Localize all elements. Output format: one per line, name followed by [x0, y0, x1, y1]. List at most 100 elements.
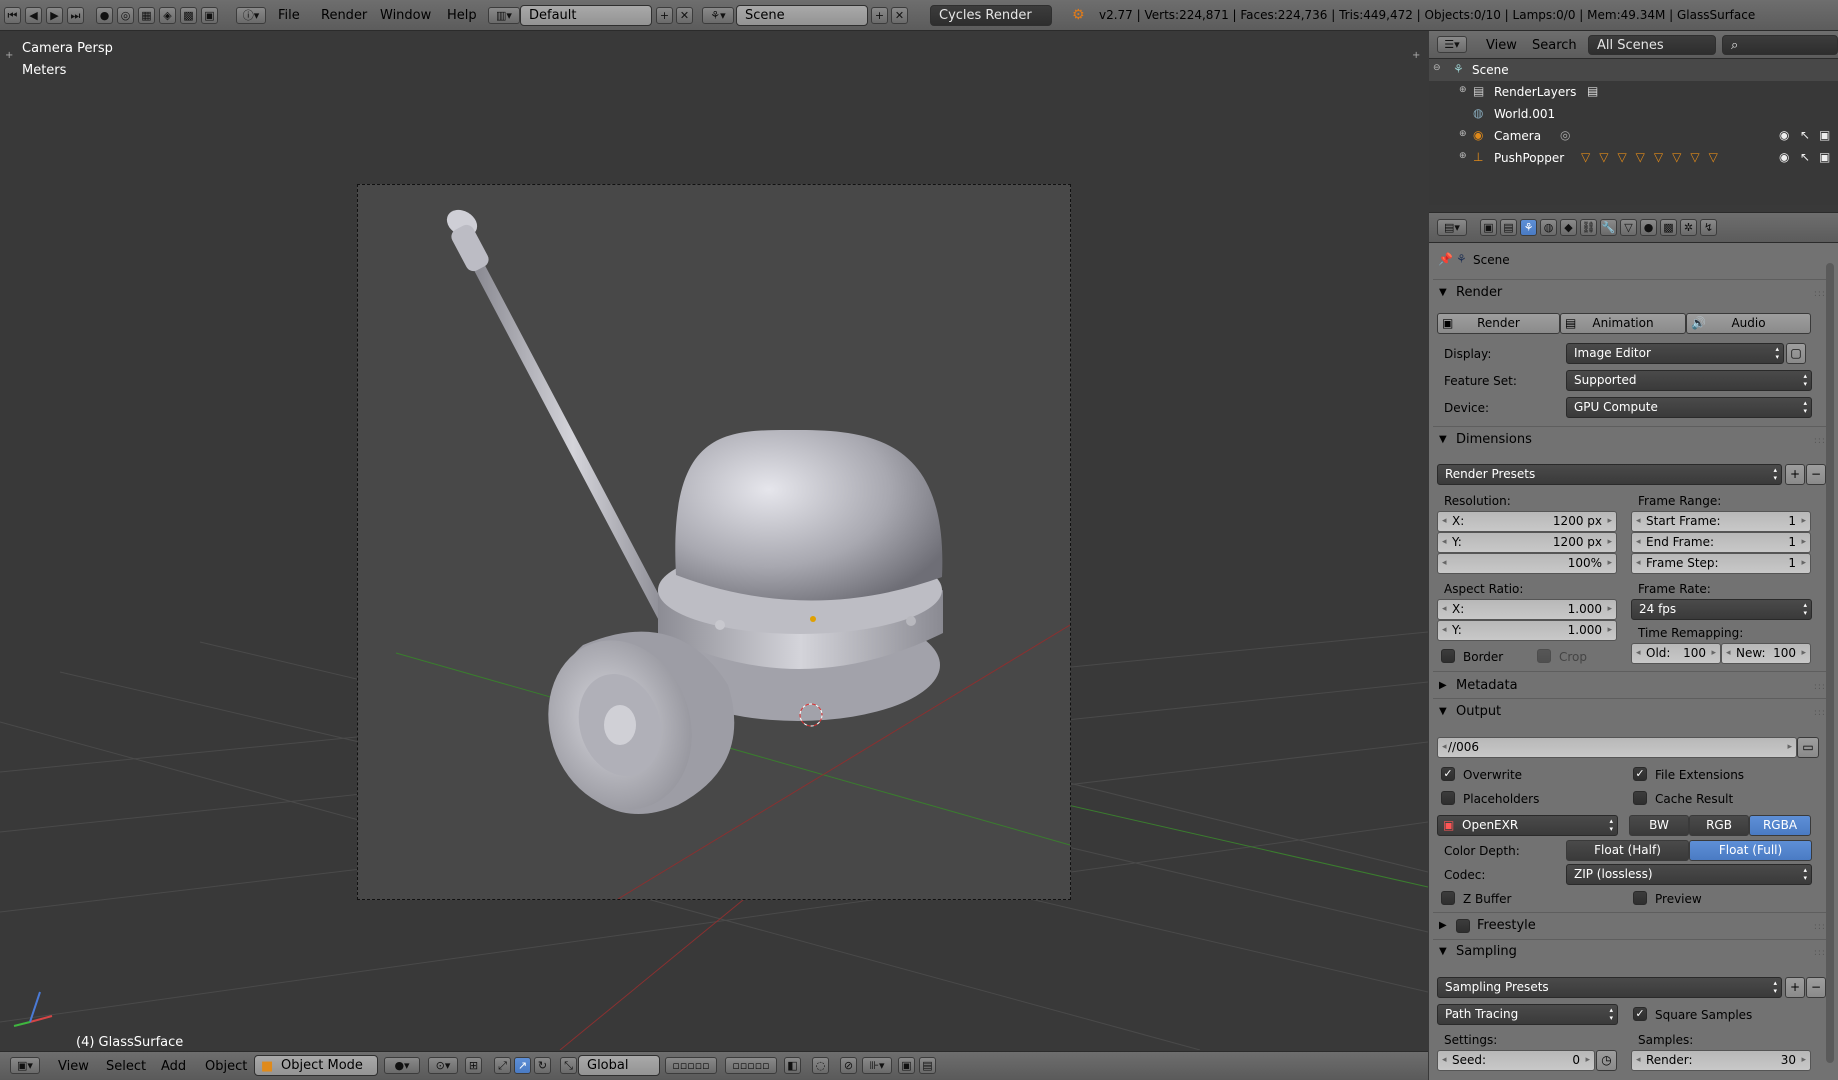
lock-camera-icon[interactable]: ◧	[784, 1057, 801, 1074]
prev-keyframe-icon[interactable]: ◀	[25, 7, 42, 24]
3d-viewport[interactable]: Camera Persp Meters (4) GlassSurface + +	[0, 32, 1428, 1050]
tab-particles-icon[interactable]: ✲	[1680, 219, 1697, 236]
outliner-search-field[interactable]: ⌕	[1722, 35, 1838, 55]
tab-render-icon[interactable]: ▣	[1480, 219, 1497, 236]
clock-icon[interactable]: ◷	[1596, 1050, 1617, 1071]
menu-object[interactable]: Object	[205, 1059, 247, 1074]
add-preset-icon[interactable]: +	[1785, 464, 1805, 485]
layers-a-icon[interactable]: ▫▫▫▫▫	[665, 1057, 717, 1074]
outliner-menu-view[interactable]: View	[1486, 38, 1517, 53]
device-select[interactable]: GPU Compute	[1566, 397, 1812, 418]
zbuffer-checkbox[interactable]	[1441, 891, 1455, 905]
checker-icon[interactable]: ▩	[180, 7, 197, 24]
layers-b-icon[interactable]: ▫▫▫▫▫	[725, 1057, 777, 1074]
tree-item-renderlayers[interactable]: ⊕ ▤ RenderLayers ▤	[1429, 81, 1838, 103]
panel-output-title[interactable]: Output	[1456, 704, 1501, 719]
mode-select[interactable]: ■ Object Mode	[254, 1055, 378, 1076]
menu-select[interactable]: Select	[106, 1059, 146, 1074]
properties-shelf-toggle-icon[interactable]: +	[1412, 50, 1420, 61]
collapse-icon[interactable]: ⊖	[1433, 63, 1441, 73]
collapsed-triangle-icon[interactable]: ▶	[1439, 920, 1447, 931]
rotate-icon[interactable]: ↻	[534, 1057, 551, 1074]
tab-physics-icon[interactable]: ↯	[1700, 219, 1717, 236]
expand-icon[interactable]: ⊕	[1459, 129, 1467, 139]
tab-texture-icon[interactable]: ▩	[1660, 219, 1677, 236]
render-camera-icon[interactable]: ▣	[1819, 128, 1830, 142]
jump-start-icon[interactable]: ⏮	[4, 7, 21, 24]
visibility-eye-icon[interactable]: ◉	[1779, 150, 1789, 164]
screen-layout-field[interactable]: Default	[520, 5, 652, 26]
play-icon[interactable]: ▶	[46, 7, 63, 24]
tree-item-pushpopper[interactable]: ⊕ ⊥ PushPopper ▽▽▽▽▽▽▽▽ ◉ ↖ ▣	[1429, 147, 1838, 169]
pivot-icon[interactable]: ⊙▾	[428, 1057, 458, 1074]
animation-button[interactable]: ▤ Animation	[1560, 313, 1686, 334]
panel-render-title[interactable]: Render	[1456, 285, 1502, 300]
pin-icon[interactable]: 📌	[1438, 252, 1453, 266]
opengl-anim-icon[interactable]: ▤	[919, 1057, 936, 1074]
output-path-field[interactable]: //006	[1437, 737, 1797, 758]
frame-rate-select[interactable]: 24 fps	[1631, 599, 1812, 620]
resolution-percent-field[interactable]: 100%	[1437, 553, 1617, 574]
info-editor-icon[interactable]: ⓘ▾	[236, 7, 266, 24]
shading-icon[interactable]: ●▾	[384, 1057, 420, 1074]
expand-icon[interactable]: ⊕	[1459, 151, 1467, 161]
remove-scene-icon[interactable]: ✕	[891, 7, 908, 24]
record-icon[interactable]: ●	[96, 7, 113, 24]
render-button[interactable]: ▣ Render	[1437, 313, 1560, 334]
menu-file[interactable]: File	[278, 8, 300, 23]
editor-type-icon[interactable]: ▣▾	[10, 1057, 40, 1074]
depth-float-half[interactable]: Float (Half)	[1566, 840, 1689, 861]
tab-material-icon[interactable]: ●	[1640, 219, 1657, 236]
color-mode-rgb[interactable]: RGB	[1689, 815, 1749, 836]
scene-icon[interactable]: ⚘▾	[702, 7, 734, 24]
sampling-presets-select[interactable]: Sampling Presets	[1437, 977, 1782, 998]
tree-item-world[interactable]: ◍ World.001	[1429, 103, 1838, 125]
render-window-icon[interactable]: ▣	[201, 7, 218, 24]
integrator-select[interactable]: Path Tracing	[1437, 1004, 1618, 1025]
render-samples-field[interactable]: Render: 30	[1631, 1050, 1811, 1071]
fullscreen-icon[interactable]: ▢	[1786, 343, 1806, 364]
visibility-eye-icon[interactable]: ◉	[1779, 128, 1789, 142]
preview-checkbox[interactable]	[1633, 891, 1647, 905]
remove-layout-icon[interactable]: ✕	[676, 7, 693, 24]
render-presets-select[interactable]: Render Presets	[1437, 464, 1782, 485]
color-mode-bw[interactable]: BW	[1629, 815, 1689, 836]
orientation-select[interactable]: Global	[578, 1055, 660, 1076]
keying-icon[interactable]: ◎	[117, 7, 134, 24]
file-extensions-checkbox[interactable]: ✓	[1633, 767, 1647, 781]
panel-metadata-title[interactable]: Metadata	[1456, 678, 1518, 693]
frame-step-field[interactable]: Frame Step: 1	[1631, 553, 1811, 574]
remove-sampling-preset-icon[interactable]: −	[1806, 977, 1826, 998]
add-sampling-preset-icon[interactable]: +	[1785, 977, 1805, 998]
tree-item-scene[interactable]: ⊖ ⚘ Scene	[1429, 59, 1838, 81]
panel-freestyle-title[interactable]: Freestyle	[1477, 918, 1536, 933]
time-old-field[interactable]: Old: 100	[1631, 643, 1721, 664]
tab-scene-icon[interactable]: ⚘	[1520, 219, 1537, 236]
tree-item-camera[interactable]: ⊕ ◉ Camera ◎ ◉ ↖ ▣	[1429, 125, 1838, 147]
tool-shelf-toggle-icon[interactable]: +	[5, 50, 13, 61]
outliner-menu-search[interactable]: Search	[1532, 38, 1577, 53]
scale-icon[interactable]: ⤡	[560, 1057, 577, 1074]
expand-icon[interactable]: ⊕	[1459, 85, 1467, 95]
menu-window[interactable]: Window	[380, 8, 431, 23]
expand-triangle-icon[interactable]: ▼	[1439, 946, 1447, 957]
select-cursor-icon[interactable]: ↖	[1800, 150, 1810, 164]
tab-data-icon[interactable]: ▽	[1620, 219, 1637, 236]
screen-layout-icon[interactable]: ▥▾	[488, 7, 520, 24]
snap-icon[interactable]: ⊘	[840, 1057, 857, 1074]
expand-triangle-icon[interactable]: ▼	[1439, 287, 1447, 298]
outliner-filter-select[interactable]: All Scenes	[1588, 35, 1716, 55]
scene-field[interactable]: Scene	[736, 5, 868, 26]
tab-modifiers-icon[interactable]: 🔧	[1600, 219, 1617, 236]
panel-dimensions-title[interactable]: Dimensions	[1456, 432, 1532, 447]
expand-triangle-icon[interactable]: ▼	[1439, 434, 1447, 445]
overwrite-checkbox[interactable]: ✓	[1441, 767, 1455, 781]
render-camera-icon[interactable]: ▣	[1819, 150, 1830, 164]
menu-render[interactable]: Render	[321, 8, 367, 23]
resolution-x-field[interactable]: X: 1200 px	[1437, 511, 1617, 532]
crop-checkbox[interactable]	[1537, 649, 1551, 663]
audio-button[interactable]: 🔊 Audio	[1686, 313, 1811, 334]
cache-result-checkbox[interactable]	[1633, 791, 1647, 805]
aspect-x-field[interactable]: X: 1.000	[1437, 599, 1617, 620]
display-select[interactable]: Image Editor	[1566, 343, 1784, 364]
